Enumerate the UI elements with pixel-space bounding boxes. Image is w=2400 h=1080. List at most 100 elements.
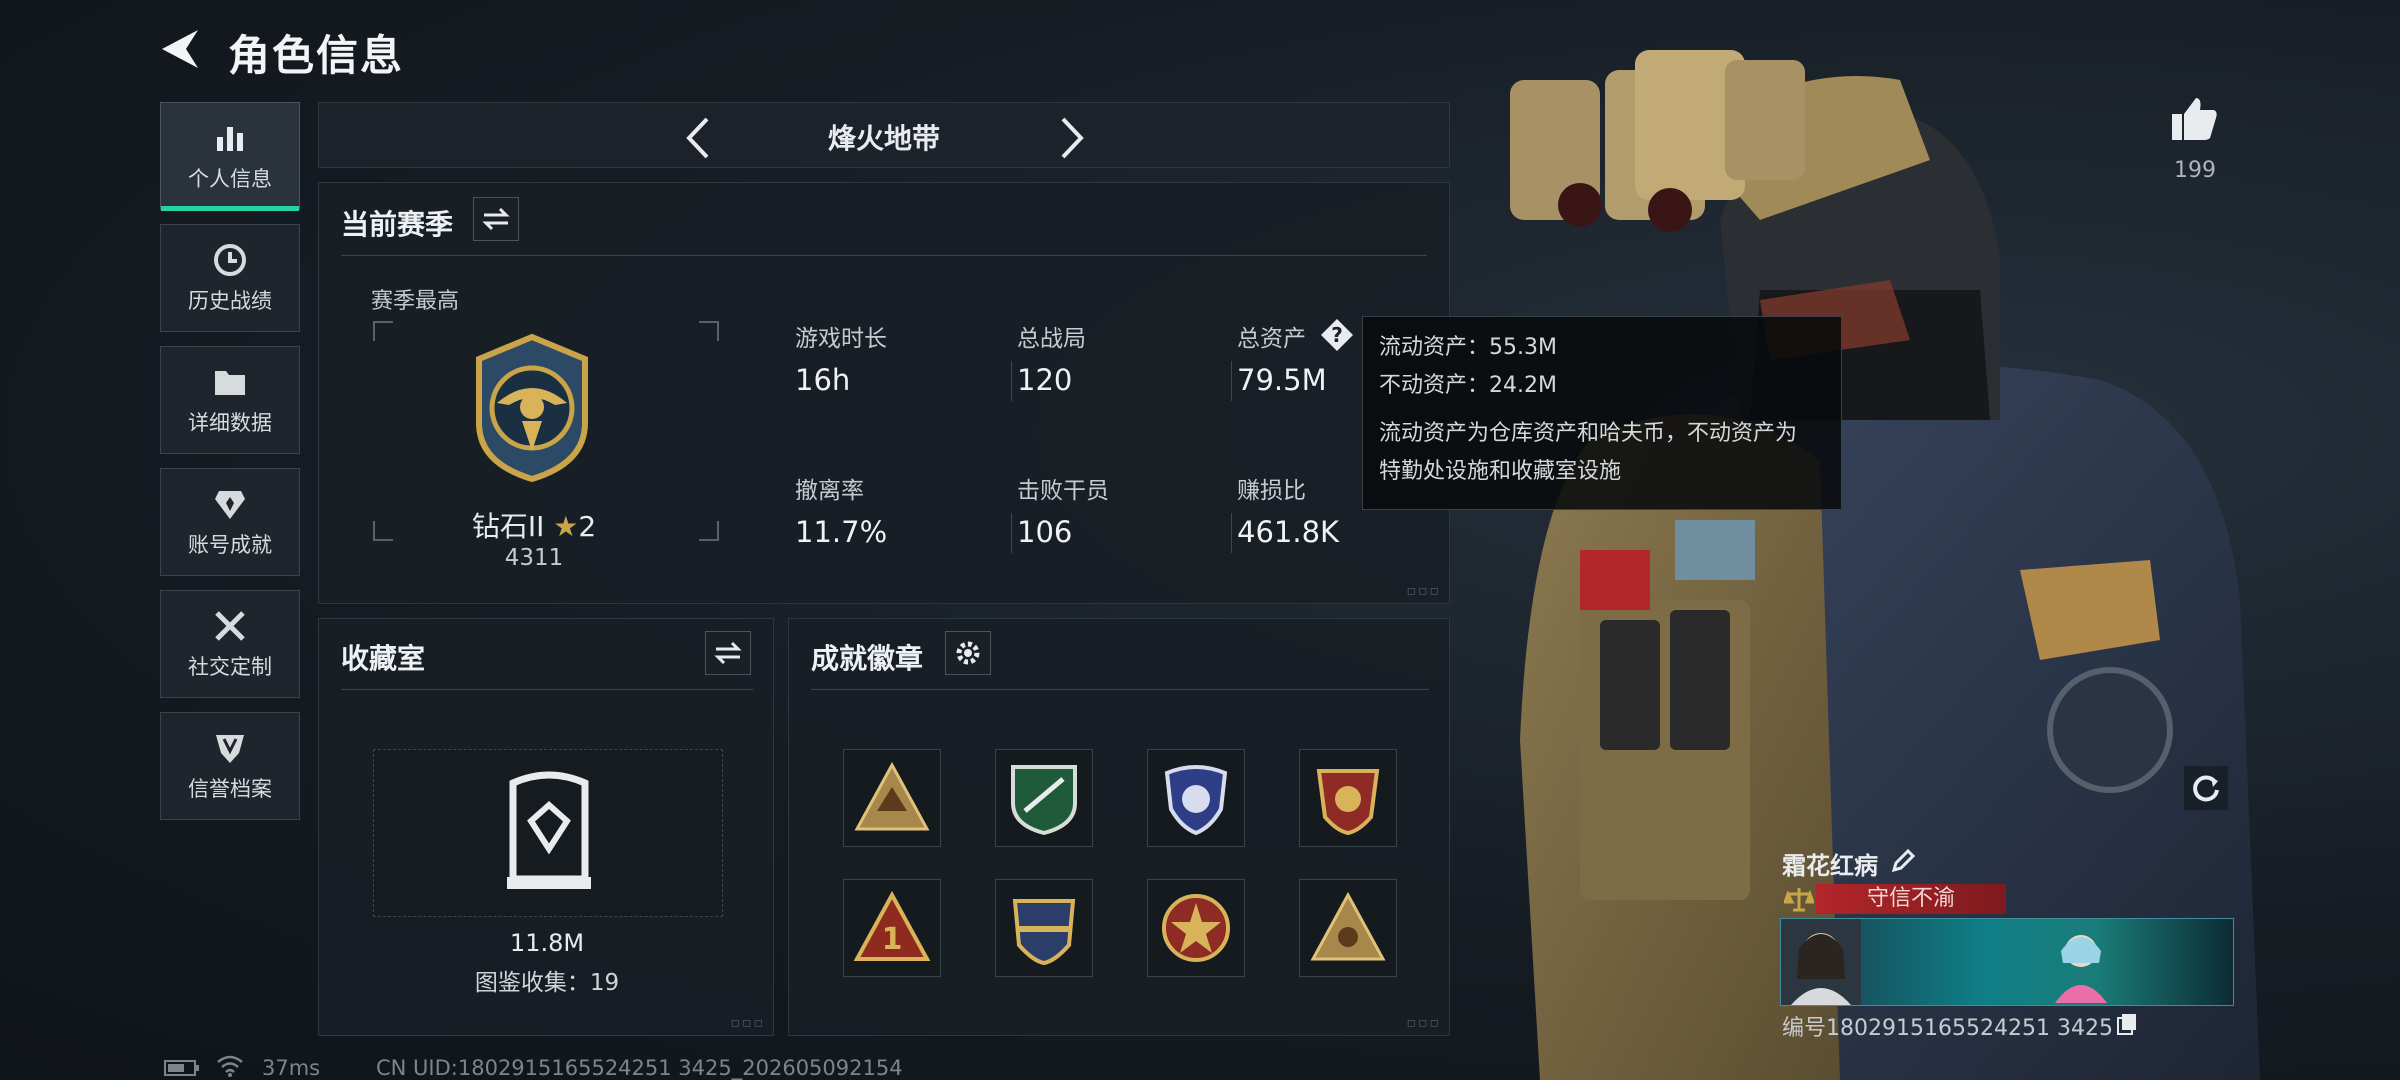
profile-banner-card[interactable] (1780, 918, 2234, 1006)
wifi-icon (217, 1055, 243, 1077)
swap-icon (714, 641, 742, 665)
rank-line: 钻石II ★2 (319, 505, 749, 545)
star-badge-icon (1162, 894, 1230, 962)
corner-decoration: ▫▫▫ (1406, 1015, 1441, 1031)
badges-title: 成就徽章 (811, 642, 924, 675)
sidebar-item-history[interactable]: 历史战绩 (160, 224, 300, 332)
collection-value: 11.8M (509, 929, 585, 957)
thumbs-up-icon[interactable] (2170, 96, 2218, 142)
refresh-icon (2193, 775, 2219, 802)
banner-character-image (2055, 935, 2107, 1003)
rank-stars: 2 (578, 510, 597, 543)
rank-points: 4311 (504, 545, 564, 571)
badges-settings-button[interactable] (945, 631, 991, 675)
wing-badge-icon (1012, 899, 1076, 966)
sidebar-item-label: 信誉档案 (188, 777, 272, 801)
sidebar-item-reputation[interactable]: 信誉档案 (160, 712, 300, 820)
refresh-character-button[interactable] (2184, 766, 2228, 810)
tooltip-line: 不动资产：24.2M (1379, 373, 1557, 398)
likes-count: 199 (2174, 158, 2216, 183)
uid-text: CN UID:1802915165524251 3425_20260509215… (376, 1056, 903, 1080)
triangle-badge-red-icon: 1 (853, 890, 931, 961)
season-panel: 当前赛季 赛季最高 钻石II ★2 4311 游戏时长 16h 总战局 120 … (318, 182, 1450, 604)
season-title: 当前赛季 (341, 208, 454, 241)
triangle-badge-icon (854, 761, 930, 831)
tooltip-line: 流动资产：55.3M (1379, 335, 1557, 360)
folder-icon (215, 371, 245, 395)
mode-selector: 烽火地带 (318, 102, 1450, 168)
stat-label-playtime: 游戏时长 (795, 326, 887, 352)
sidebar-item-label: 个人信息 (188, 167, 272, 191)
triangle-badge-gold-icon (1310, 891, 1386, 961)
svg-text:?: ? (1331, 323, 1343, 347)
badge-slot[interactable] (1299, 879, 1397, 977)
corner-decoration: ▫▫▫ (1406, 583, 1441, 599)
collection-title: 收藏室 (341, 642, 426, 675)
copy-icon[interactable] (2116, 1012, 2138, 1036)
badge-slot[interactable] (843, 749, 941, 847)
ping-text: 37ms (262, 1056, 321, 1080)
collection-panel[interactable]: 收藏室 11.8M 图鉴收集：19 ▫▫▫ (318, 618, 774, 1036)
stat-value-total-matches: 120 (1017, 363, 1073, 397)
sidebar-item-label: 社交定制 (188, 655, 272, 679)
badges-panel: 成就徽章 1 ▫▫▫ (788, 618, 1450, 1036)
shield-icon (216, 735, 244, 763)
season-best-label: 赛季最高 (371, 289, 460, 314)
shield-badge-blue-icon (1164, 765, 1228, 836)
rank-emblem-icon (476, 333, 588, 483)
mode-title: 烽火地带 (827, 122, 940, 155)
bar-chart-icon (217, 127, 243, 151)
star-icon: ★ (553, 510, 579, 543)
motto-banner: 守信不渝 (1816, 884, 2006, 914)
edit-icon[interactable] (1890, 848, 1916, 874)
collection-switch-button[interactable] (705, 631, 751, 675)
clock-icon (214, 244, 246, 276)
chevron-right-icon[interactable] (1057, 115, 1087, 161)
avatar (1781, 919, 1861, 1005)
rank-name: 钻石II (471, 510, 545, 543)
help-icon[interactable]: ? (1319, 317, 1355, 353)
badge-slot[interactable] (995, 879, 1093, 977)
collection-count: 图鉴收集：19 (474, 970, 620, 996)
player-id: 编号1802915165524251 3425 (1782, 1016, 2113, 1041)
stat-value-profit-ratio: 461.8K (1237, 515, 1340, 549)
shield-badge-green-icon (1011, 765, 1077, 836)
corner-decoration: ▫▫▫ (730, 1015, 765, 1031)
stat-label-profit-ratio: 赚损比 (1237, 478, 1306, 504)
stat-label-total-assets: 总资产 (1237, 326, 1306, 352)
page-title: 角色信息 (228, 31, 405, 80)
badge-slot[interactable] (1147, 879, 1245, 977)
stat-value-playtime: 16h (795, 363, 851, 397)
badge-slot[interactable] (1147, 749, 1245, 847)
sidebar-item-detailed-data[interactable]: 详细数据 (160, 346, 300, 454)
sidebar-item-social-custom[interactable]: 社交定制 (160, 590, 300, 698)
stat-label-total-matches: 总战局 (1017, 326, 1086, 352)
sidebar-item-achievements[interactable]: 账号成就 (160, 468, 300, 576)
stat-label-kills: 击败干员 (1017, 478, 1109, 504)
stat-value-kills: 106 (1017, 515, 1073, 549)
sidebar-item-label: 账号成就 (188, 533, 272, 557)
stat-value-total-assets: 79.5M (1237, 363, 1327, 397)
sidebar-item-label: 详细数据 (188, 411, 272, 435)
tools-icon (215, 611, 245, 641)
vault-icon (507, 771, 591, 889)
stat-label-extract-rate: 撤离率 (795, 478, 864, 504)
scale-icon (1784, 888, 1814, 912)
badge-slot[interactable] (1299, 749, 1397, 847)
tooltip-line: 特勤处设施和收藏室设施 (1379, 459, 1622, 484)
back-arrow-icon[interactable] (158, 26, 204, 72)
sidebar-item-personal-info[interactable]: 个人信息 (160, 102, 300, 211)
achievement-icon (215, 491, 245, 519)
battery-icon (164, 1060, 199, 1076)
season-switch-button[interactable] (473, 197, 519, 241)
gear-icon (956, 641, 980, 665)
badge-slot[interactable] (995, 749, 1093, 847)
shield-badge-red-icon (1316, 769, 1380, 836)
badge-slot[interactable]: 1 (843, 879, 941, 977)
player-name: 霜花红病 (1782, 852, 1878, 880)
svg-text:1: 1 (882, 922, 903, 957)
swap-icon (482, 207, 510, 231)
sidebar-item-label: 历史战绩 (188, 289, 272, 313)
tooltip-line: 流动资产为仓库资产和哈夫币，不动资产为 (1379, 421, 1798, 446)
stat-value-extract-rate: 11.7% (795, 515, 888, 549)
